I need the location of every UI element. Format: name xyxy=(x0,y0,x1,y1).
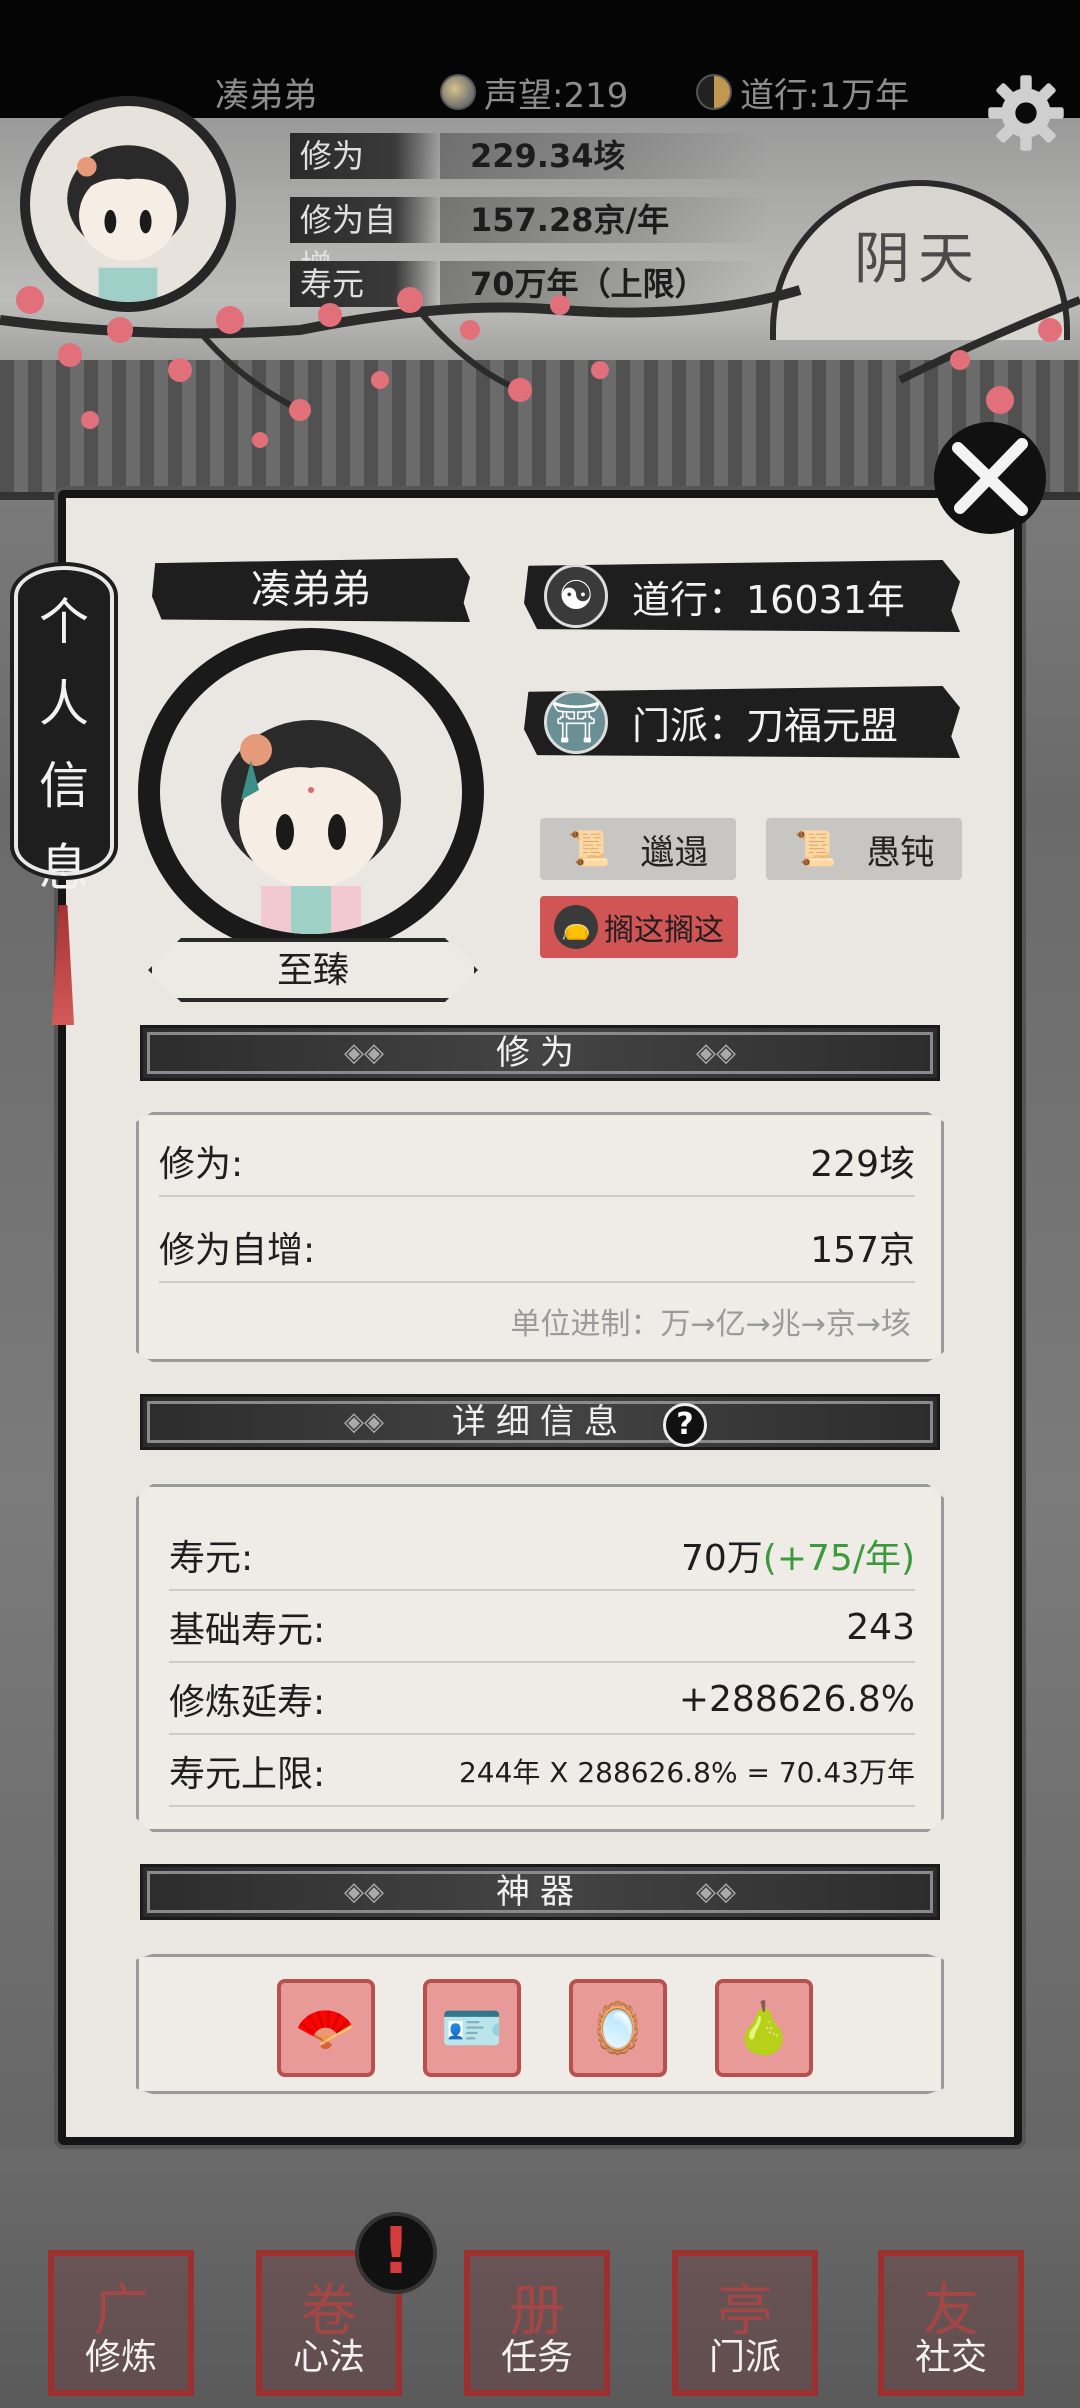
section-title: 详细信息 xyxy=(452,1402,628,1442)
stat-value: 157.28京/年 xyxy=(440,197,770,243)
row-label: 基础寿元: xyxy=(169,1610,326,1651)
plum-blossom-branch xyxy=(0,285,1080,448)
section-header-cultivation: ◈◈ 修为 ◈◈ xyxy=(140,1025,940,1081)
daoxing-value: 道行：16031年 xyxy=(632,577,905,622)
row-label: 寿元上限: xyxy=(169,1754,326,1795)
scroll-icon: 📜 xyxy=(568,829,611,869)
row-label: 修为自增: xyxy=(159,1230,316,1271)
lifespan-growth: (+75/年) xyxy=(762,1538,915,1579)
tab-personal-info[interactable]: 个 人 信 息 xyxy=(10,562,118,897)
artifacts-card: 🪭 🪪 🪞 🍐 xyxy=(136,1954,944,2094)
player-name-text: 凑弟弟 xyxy=(215,75,317,116)
tab-char: 人 xyxy=(39,675,89,733)
tab-char: 息 xyxy=(39,839,89,897)
row-label: 修为: xyxy=(159,1144,244,1185)
base-lifespan-row: 基础寿元: 243 xyxy=(169,1593,915,1663)
nav-tasks[interactable]: 册任务 xyxy=(464,2250,610,2396)
trait-tag[interactable]: 📜 邋遢 xyxy=(540,818,736,880)
diamond-ornament: ◈◈ xyxy=(344,1407,384,1437)
row-value: 229垓 xyxy=(810,1144,915,1185)
temple-icon: ⛩ xyxy=(544,690,608,754)
row-value: 243 xyxy=(846,1606,915,1648)
unit-note: 单位进制：万→亿→兆→京→垓 xyxy=(510,1307,911,1342)
character-portrait-large xyxy=(138,628,484,956)
scroll-icon: 📜 xyxy=(794,829,837,869)
row-label: 寿元: xyxy=(169,1538,254,1579)
reputation-text: 声望:219 xyxy=(484,75,629,116)
yin-yang-icon: ☯ xyxy=(544,564,608,628)
diamond-ornament: ◈◈ xyxy=(696,1038,736,1068)
lifespan-cap-row: 寿元上限: 244年 X 288626.8% = 70.43万年 xyxy=(169,1737,915,1807)
reputation-stat: 声望:219 xyxy=(440,62,628,122)
diamond-ornament: ◈◈ xyxy=(344,1877,384,1907)
lifespan-bonus-row: 修炼延寿: +288626.8% xyxy=(169,1665,915,1735)
nav-sect[interactable]: 亭门派 xyxy=(672,2250,818,2396)
daoxing-text: 道行:1万年 xyxy=(740,75,910,116)
nav-glyph: 册 xyxy=(509,2279,565,2344)
section-title: 修为 xyxy=(496,1033,584,1073)
cultivation-card: 修为: 229垓 修为自增: 157京 单位进制：万→亿→兆→京→垓 xyxy=(136,1112,944,1362)
daoxing-pill: ☯ 道行：16031年 xyxy=(524,560,960,632)
cultivation-growth-row: 修为自增: 157京 xyxy=(159,1213,915,1283)
gourd-icon[interactable]: 🍐 xyxy=(715,1979,813,2077)
nav-glyph: 广 xyxy=(93,2279,149,2344)
lifespan-row: 寿元: 70万(+75/年) xyxy=(169,1521,915,1591)
stat-cultivation: 修为 229.34垓 xyxy=(290,130,770,182)
diamond-ornament: ◈◈ xyxy=(344,1038,384,1068)
player-name-top: 凑弟弟 xyxy=(215,62,317,122)
mirror-icon[interactable]: 🪞 xyxy=(569,1979,667,2077)
gear-icon[interactable] xyxy=(985,72,1067,154)
token-icon[interactable]: 🪪 xyxy=(423,1979,521,2077)
alert-icon[interactable]: ! xyxy=(355,2212,437,2294)
section-header-details: ◈◈ 详细信息 ? xyxy=(140,1394,940,1450)
trait-tag[interactable]: 📜 愚钝 xyxy=(766,818,962,880)
trait-label: 愚钝 xyxy=(866,832,935,873)
stat-label: 修为 xyxy=(290,133,440,179)
row-label: 修炼延寿: xyxy=(169,1682,326,1723)
diamond-ornament: ◈◈ xyxy=(696,1877,736,1907)
trait-label: 搁这搁这 xyxy=(604,913,724,948)
row-value: +288626.8% xyxy=(678,1678,915,1720)
section-title: 神器 xyxy=(496,1872,584,1912)
lifespan-value: 70万 xyxy=(680,1538,763,1579)
coin-icon xyxy=(440,74,476,110)
character-name: 凑弟弟 xyxy=(152,558,470,622)
yin-yang-icon xyxy=(696,74,732,110)
rank-title-badge: 至臻 xyxy=(148,938,478,1002)
nav-cultivate[interactable]: 广修炼 xyxy=(48,2250,194,2396)
cultivation-row: 修为: 229垓 xyxy=(159,1127,915,1197)
pouch-icon: 👝 xyxy=(554,905,598,949)
stat-label: 修为自增 xyxy=(290,197,440,285)
details-card: 寿元: 70万(+75/年) 基础寿元: 243 修炼延寿: +288626.8% 寿… xyxy=(136,1484,944,1832)
trait-tag-special[interactable]: 👝 搁这搁这 xyxy=(540,896,738,958)
row-value: 70万(+75/年) xyxy=(681,1529,915,1581)
tab-char: 个 xyxy=(39,593,89,651)
daoxing-stat: 道行:1万年 xyxy=(696,62,909,122)
close-icon[interactable] xyxy=(930,418,1050,538)
nav-glyph: 友 xyxy=(923,2279,979,2344)
help-icon[interactable]: ? xyxy=(663,1403,707,1447)
tab-char: 信 xyxy=(39,757,89,815)
trait-label: 邋遢 xyxy=(640,832,709,873)
sect-value: 门派：刀福元盟 xyxy=(632,703,899,748)
nav-social[interactable]: 友社交 xyxy=(878,2250,1024,2396)
fan-icon[interactable]: 🪭 xyxy=(277,1979,375,2077)
stat-cultivation-growth: 修为自增157.28京/年 xyxy=(290,194,770,285)
character-illustration xyxy=(221,720,401,934)
row-value: 157京 xyxy=(810,1230,915,1271)
stat-value: 229.34垓 xyxy=(440,133,770,179)
row-value: 244年 X 288626.8% = 70.43万年 xyxy=(458,1756,915,1789)
nav-glyph: 亭 xyxy=(717,2279,773,2344)
section-header-artifacts: ◈◈ 神器 ◈◈ xyxy=(140,1864,940,1920)
sect-pill[interactable]: ⛩ 门派：刀福元盟 xyxy=(524,686,960,758)
